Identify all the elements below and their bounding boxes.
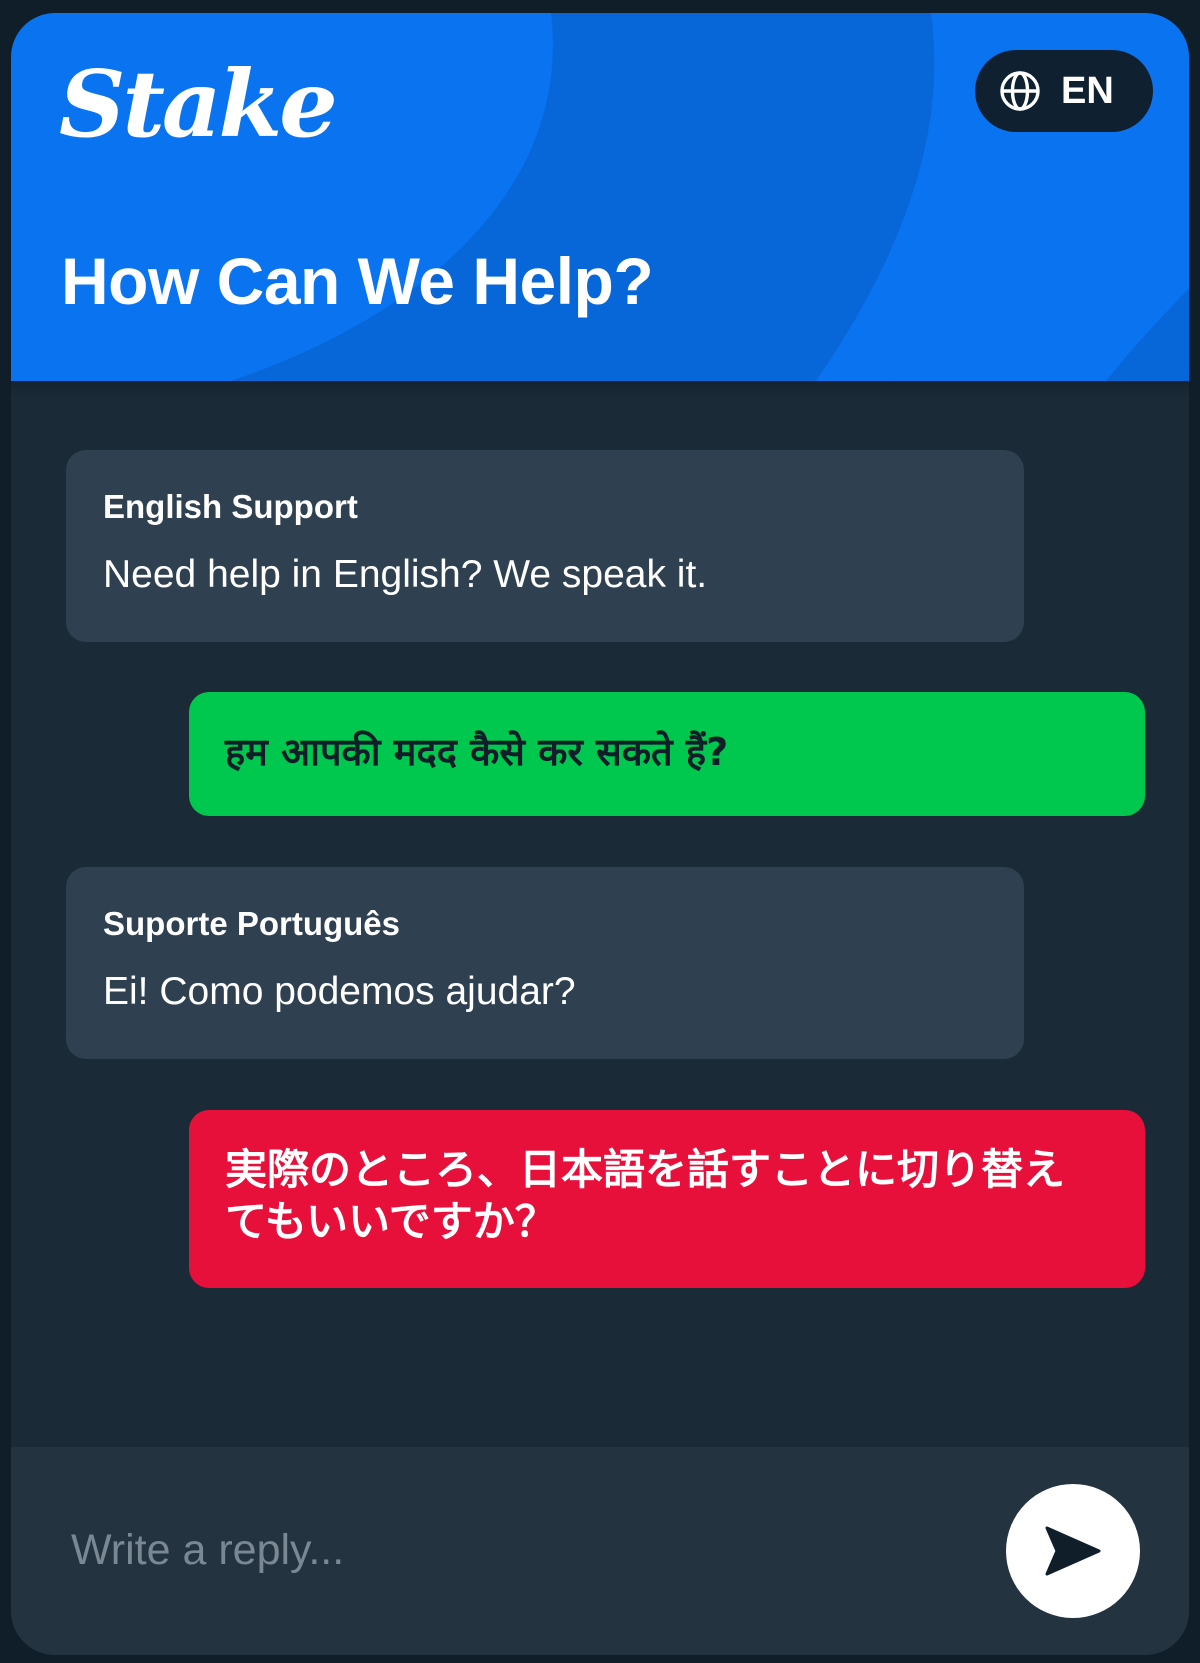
chat-widget: Stake EN How Can We Help? English Suppor… (11, 13, 1189, 1655)
chat-header: Stake EN How Can We Help? (11, 13, 1189, 381)
reply-input[interactable] (69, 1509, 933, 1591)
reply-composer (11, 1447, 1189, 1655)
agent-message-text: Need help in English? We speak it. (103, 553, 708, 596)
user-message-text: हम आपकी मदद कैसे कर सकते हैं? (225, 730, 729, 774)
user-message-bubble: हम आपकी मदद कैसे कर सकते हैं? (189, 692, 1145, 816)
user-message-text: 実際のところ、日本語を話すことに切り替えてもいいですか？ (225, 1146, 1066, 1245)
user-message-bubble: 実際のところ、日本語を話すことに切り替えてもいいですか？ (189, 1110, 1145, 1288)
header-shadow (11, 381, 1189, 399)
send-button[interactable] (1006, 1484, 1140, 1618)
agent-name: Suporte Português (103, 905, 401, 942)
send-icon (1045, 1526, 1101, 1576)
page-title: How Can We Help? (61, 244, 654, 318)
agent-message-bubble: English Support Need help in English? We… (66, 450, 1024, 642)
globe-icon (1000, 71, 1040, 111)
agent-message-bubble: Suporte Português Ei! Como podemos ajuda… (66, 867, 1024, 1059)
language-selector-button[interactable]: EN (975, 50, 1153, 132)
agent-name: English Support (103, 488, 358, 525)
agent-message-text: Ei! Como podemos ajudar? (103, 970, 576, 1013)
stake-logo: Stake (59, 50, 338, 158)
language-code: EN (1061, 70, 1114, 112)
